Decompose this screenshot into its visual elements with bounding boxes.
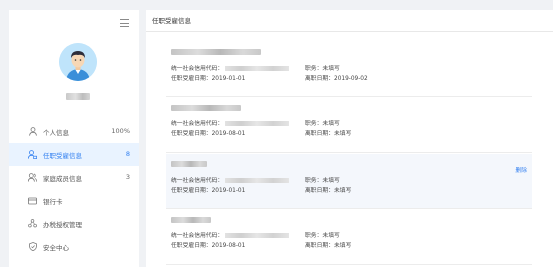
start-date-label: 任职受雇日期： [171,188,212,194]
position-label: 职务： [305,121,323,127]
sidebar-item-label: 办税授权管理 [43,220,82,229]
end-date-field: 离职日期：未填写 [305,242,351,250]
end-date-label: 离职日期： [305,188,334,194]
credit-code-blurred [225,66,290,71]
position-field: 职务：未填写 [305,120,340,128]
credit-code-label: 统一社会信用代码： [171,178,224,184]
sidebar-item-personal-info[interactable]: 个人信息 100% [9,120,139,143]
end-date-label: 离职日期： [305,76,334,82]
family-icon [28,173,37,182]
end-date-value: 未填写 [334,243,352,249]
position-field: 职务：未填写 [305,232,340,240]
credit-code-blurred [225,233,290,238]
employment-record[interactable]: 统一社会信用代码： 任职受雇日期：2019-01-01 职务：未填写 离职日期：… [166,42,532,97]
sidebar-item-count: 8 [125,150,130,158]
avatar [59,43,97,81]
start-date-field: 任职受雇日期：2019-01-01 [171,75,245,83]
end-date-value: 2019-09-02 [334,76,368,82]
sidebar-item-count: 3 [125,173,130,181]
sidebar-item-label: 任职受雇信息 [43,151,82,160]
position-value: 未填写 [322,178,340,184]
sidebar-item-label: 安全中心 [43,243,69,252]
page-title: 任职受雇信息 [146,10,553,32]
position-value: 未填写 [322,121,340,127]
credit-code-field: 统一社会信用代码： [171,177,290,185]
end-date-field: 离职日期：未填写 [305,130,351,138]
sidebar: 个人信息 100% 任职受雇信息 8 家庭成员信息 3 银行卡 办税授权管理 安… [9,10,139,267]
main-panel: 任职受雇信息 统一社会信用代码： 任职受雇日期：2019-01-01 职务：未填… [146,10,553,267]
position-value: 未填写 [322,66,340,72]
start-date-field: 任职受雇日期：2019-01-01 [171,187,245,195]
credit-code-blurred [225,178,290,183]
start-date-label: 任职受雇日期： [171,76,212,82]
sidebar-item-bank-card[interactable]: 银行卡 [9,189,139,212]
end-date-field: 离职日期：2019-09-02 [305,75,368,83]
sidebar-item-employment-info[interactable]: 任职受雇信息 8 [9,143,139,166]
sidebar-nav: 个人信息 100% 任职受雇信息 8 家庭成员信息 3 银行卡 办税授权管理 安… [9,120,139,258]
delete-link[interactable]: 删除 [515,165,527,174]
credit-code-blurred [225,121,290,126]
employment-record[interactable]: 统一社会信用代码： 任职受雇日期：2019-08-01 职务：未填写 离职日期：… [166,98,532,153]
sidebar-item-security-center[interactable]: 安全中心 [9,235,139,258]
start-date-value: 2019-01-01 [211,188,246,194]
start-date-field: 任职受雇日期：2019-08-01 [171,130,245,138]
position-label: 职务： [305,178,323,184]
credit-code-label: 统一社会信用代码： [171,233,224,239]
company-name-blurred [171,105,241,111]
menu-toggle-icon[interactable] [120,19,129,27]
end-date-field: 离职日期：未填写 [305,187,351,195]
username-blurred [66,93,90,100]
sidebar-item-tax-authorization[interactable]: 办税授权管理 [9,212,139,235]
start-date-value: 2019-01-01 [211,76,246,82]
credit-code-label: 统一社会信用代码： [171,121,224,127]
credit-code-field: 统一社会信用代码： [171,232,290,240]
position-value: 未填写 [322,233,340,239]
sidebar-item-label: 家庭成员信息 [43,174,82,183]
start-date-field: 任职受雇日期：2019-08-01 [171,242,245,250]
employment-record[interactable]: 删除 统一社会信用代码： 任职受雇日期：2019-01-01 职务：未填写 离职… [166,154,532,209]
sidebar-item-label: 银行卡 [43,197,63,206]
end-date-label: 离职日期： [305,243,334,249]
start-date-label: 任职受雇日期： [171,243,212,249]
position-label: 职务： [305,66,323,72]
end-date-value: 未填写 [334,188,352,194]
person-avatar-icon [59,43,97,81]
company-name-blurred [171,161,207,167]
company-name-blurred [171,49,261,55]
user-icon [28,127,37,136]
sidebar-item-count: 100% [111,127,130,135]
sidebar-item-family-info[interactable]: 家庭成员信息 3 [9,166,139,189]
authorization-icon [28,219,37,228]
position-label: 职务： [305,233,323,239]
credit-code-field: 统一社会信用代码： [171,120,290,128]
company-name-blurred [171,217,211,223]
position-field: 职务：未填写 [305,177,340,185]
bank-card-icon [28,196,37,205]
credit-code-field: 统一社会信用代码： [171,65,290,73]
start-date-label: 任职受雇日期： [171,131,212,137]
sidebar-item-label: 个人信息 [43,128,69,137]
start-date-value: 2019-08-01 [211,243,246,249]
briefcase-user-icon [28,150,37,159]
start-date-value: 2019-08-01 [211,131,246,137]
shield-icon [28,242,37,251]
employment-record[interactable]: 统一社会信用代码： 任职受雇日期：2019-08-01 职务：未填写 离职日期：… [166,210,532,265]
position-field: 职务：未填写 [305,65,340,73]
credit-code-label: 统一社会信用代码： [171,66,224,72]
end-date-value: 未填写 [334,131,352,137]
end-date-label: 离职日期： [305,131,334,137]
